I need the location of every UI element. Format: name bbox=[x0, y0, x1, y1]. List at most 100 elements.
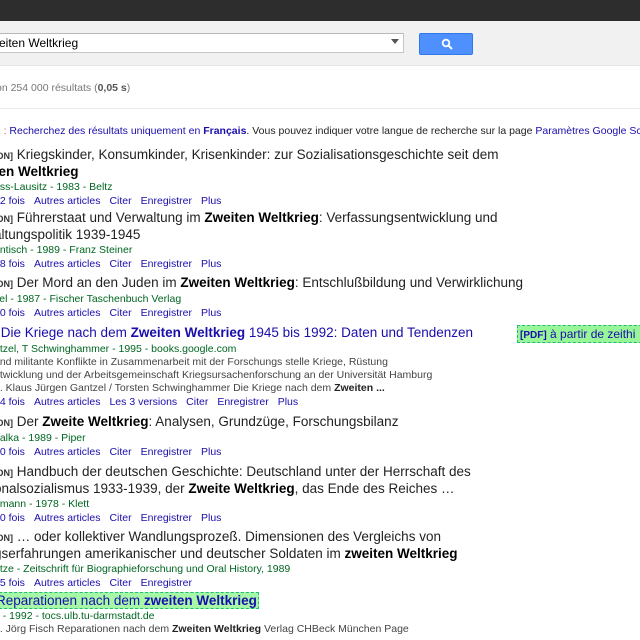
cited-by-link[interactable]: 40 fois bbox=[0, 307, 25, 319]
cited-by-link[interactable]: 35 fois bbox=[0, 577, 25, 589]
cited-by-link[interactable]: 02 fois bbox=[0, 195, 25, 207]
result-meta: ütze - Zeitschrift für Biographieforschu… bbox=[0, 563, 291, 575]
related-articles-link[interactable]: Autres articles bbox=[34, 307, 101, 319]
cited-by-link[interactable]: 60 fois bbox=[0, 446, 25, 458]
related-articles-link[interactable]: Autres articles bbox=[34, 512, 101, 524]
save-link[interactable]: Enregistrer bbox=[141, 258, 192, 270]
save-link[interactable]: Enregistrer bbox=[141, 577, 192, 589]
result-title[interactable]: ION] … oder kollektiver Wandlungsprozeß.… bbox=[0, 529, 520, 546]
more-link[interactable]: Plus bbox=[201, 512, 221, 524]
result-item: ION] Der Zweite Weltkrieg: Analysen, Gru… bbox=[0, 414, 520, 459]
result-links: 64 fois Autres articles Les 3 versions Cite… bbox=[0, 395, 520, 409]
result-links: 20 fois Autres articles Citer Enregistrer Pl… bbox=[0, 511, 520, 525]
result-stats: on 254 000 résultats (0,05 s) bbox=[0, 82, 130, 94]
result-title[interactable]: ION] Kriegskinder, Konsumkinder, Krisenk… bbox=[0, 147, 520, 164]
result-title-text: Der Mord an den Juden im bbox=[13, 275, 181, 290]
result-meta: h - 1992 - tocs.ulb.tu-darmstadt.de bbox=[0, 610, 155, 622]
cited-by-link[interactable]: 20 fois bbox=[0, 512, 25, 524]
search-box[interactable] bbox=[0, 33, 404, 53]
more-link[interactable]: Plus bbox=[201, 446, 221, 458]
result-title-line2[interactable]: ten Weltkrieg bbox=[0, 164, 520, 180]
result-title-bold: Zweite Weltkrieg bbox=[42, 414, 149, 429]
result-links: 40 fois Autres articles Citer Enregistrer Pl… bbox=[0, 306, 520, 320]
result-title-text: : Entschlußbildung und Verwirklichung bbox=[294, 275, 524, 290]
result-title[interactable]: ION] Handbuch der deutschen Geschichte: … bbox=[0, 464, 520, 481]
cited-by-link[interactable]: 28 fois bbox=[0, 258, 25, 270]
save-link[interactable]: Enregistrer bbox=[141, 512, 192, 524]
result-item: Reparationen nach dem zweiten Weltkrieg … bbox=[0, 592, 520, 636]
stats-suffix: ) bbox=[126, 82, 131, 94]
result-title-text: Reparationen nach dem bbox=[0, 593, 144, 608]
snippet-bold: Zweiten ... bbox=[334, 382, 385, 394]
lang-note-middle: . Vous pouvez indiquer votre langue de r… bbox=[246, 125, 533, 137]
result-title-text: Führerstaat und Verwaltung im bbox=[13, 210, 205, 225]
more-link[interactable]: Plus bbox=[201, 307, 221, 319]
result-title-text: : Verfassungsentwicklung und bbox=[318, 210, 498, 225]
result-title-text: , das Ende des Reiches … bbox=[294, 481, 455, 496]
result-title-text: gserfahrungen amerikanischer und deutsch… bbox=[0, 546, 345, 561]
cite-link[interactable]: Citer bbox=[109, 577, 131, 589]
result-links: 28 fois Autres articles Citer Enregistrer Pl… bbox=[0, 257, 520, 271]
result-links: 60 fois Autres articles Citer Enregistrer Pl… bbox=[0, 445, 520, 459]
related-articles-link[interactable]: Autres articles bbox=[34, 446, 101, 458]
result-title[interactable]: ION] Führerstaat und Verwaltung im Zweit… bbox=[0, 210, 520, 227]
related-articles-link[interactable]: Autres articles bbox=[34, 195, 101, 207]
result-title-bold: Zweiten Weltkrieg bbox=[204, 210, 319, 225]
stats-bar: on 254 000 résultats (0,05 s) bbox=[0, 66, 640, 109]
result-item: ION] Kriegskinder, Konsumkinder, Krisenk… bbox=[0, 147, 520, 208]
result-title[interactable]: ION] Der Zweite Weltkrieg: Analysen, Gru… bbox=[0, 414, 520, 431]
versions-link[interactable]: Les 3 versions bbox=[109, 396, 177, 408]
more-link[interactable]: Plus bbox=[278, 396, 298, 408]
cite-link[interactable]: Citer bbox=[186, 396, 208, 408]
top-bar bbox=[0, 0, 640, 21]
result-title-text: 1945 bis 1992: Daten und Tendenzen bbox=[245, 325, 474, 340]
result-item: ION] Führerstaat und Verwaltung im Zweit… bbox=[0, 210, 520, 271]
result-title-text: Die Kriege nach dem bbox=[0, 325, 131, 340]
more-link[interactable]: Plus bbox=[201, 195, 221, 207]
snippet-text: 1. Jörg Fisch Reparationen nach dem bbox=[0, 623, 173, 635]
search-input[interactable] bbox=[0, 34, 379, 52]
lang-filter-link[interactable]: Recherchez des résultats uniquement en bbox=[9, 125, 200, 137]
snippet-bold: Zweiten Weltkrieg bbox=[172, 623, 262, 635]
result-meta: halka - 1989 - Piper bbox=[0, 432, 86, 444]
lang-name-link[interactable]: Français bbox=[203, 125, 246, 137]
cite-link[interactable]: Citer bbox=[109, 195, 131, 207]
cite-link[interactable]: Citer bbox=[109, 258, 131, 270]
scholar-settings-link[interactable]: Paramètres Google Scholar bbox=[535, 125, 640, 137]
chevron-down-icon[interactable] bbox=[391, 39, 399, 44]
result-title-line2[interactable]: altungspolitik 1939-1945 bbox=[0, 227, 520, 243]
pdf-source-link[interactable]: [PDF] à partir de zeithi bbox=[517, 325, 640, 343]
lang-note-lead: il : bbox=[0, 125, 7, 137]
cite-link[interactable]: Citer bbox=[109, 307, 131, 319]
result-type-tag: ION] bbox=[0, 418, 13, 428]
pdf-tag: [PDF] bbox=[520, 330, 547, 341]
related-articles-link[interactable]: Autres articles bbox=[34, 577, 101, 589]
related-articles-link[interactable]: Autres articles bbox=[34, 258, 101, 270]
cited-by-link[interactable]: 64 fois bbox=[0, 396, 25, 408]
cite-link[interactable]: Citer bbox=[109, 446, 131, 458]
save-link[interactable]: Enregistrer bbox=[141, 446, 192, 458]
related-articles-link[interactable]: Autres articles bbox=[34, 396, 101, 408]
result-title-bold: Zweite Weltkrieg bbox=[188, 481, 295, 496]
result-type-tag: ION] bbox=[0, 279, 13, 289]
save-link[interactable]: Enregistrer bbox=[141, 307, 192, 319]
result-title-line2[interactable]: onalsozialismus 1933-1939, der Zweite We… bbox=[0, 481, 520, 497]
result-type-tag: ION] bbox=[0, 468, 13, 478]
search-button[interactable] bbox=[419, 33, 473, 55]
result-title-text: onalsozialismus 1933-1939, der bbox=[0, 481, 189, 496]
more-link[interactable]: Plus bbox=[201, 258, 221, 270]
snippet-text: ... Klaus Jürgen Gantzel / Torsten Schwi… bbox=[0, 382, 335, 394]
result-title-line2[interactable]: gserfahrungen amerikanischer und deutsch… bbox=[0, 546, 520, 562]
stats-time: 0,05 s bbox=[97, 82, 127, 94]
result-title[interactable]: ] Die Kriege nach dem Zweiten Weltkrieg … bbox=[0, 325, 520, 342]
result-title-text: … oder kollektiver Wandlungsprozeß. Dime… bbox=[13, 529, 441, 544]
result-meta: dmann - 1978 - Klett bbox=[0, 498, 90, 510]
save-link[interactable]: Enregistrer bbox=[217, 396, 268, 408]
save-link[interactable]: Enregistrer bbox=[141, 195, 192, 207]
cite-link[interactable]: Citer bbox=[109, 512, 131, 524]
result-snippet: ... Klaus Jürgen Gantzel / Torsten Schwi… bbox=[0, 382, 520, 395]
result-title-bold: zweiten Weltkrieg bbox=[143, 593, 257, 608]
result-title[interactable]: Reparationen nach dem zweiten Weltkrieg bbox=[0, 592, 520, 609]
highlighted-title[interactable]: Reparationen nach dem zweiten Weltkrieg bbox=[0, 592, 259, 609]
result-title[interactable]: ION] Der Mord an den Juden im Zweiten We… bbox=[0, 275, 524, 292]
